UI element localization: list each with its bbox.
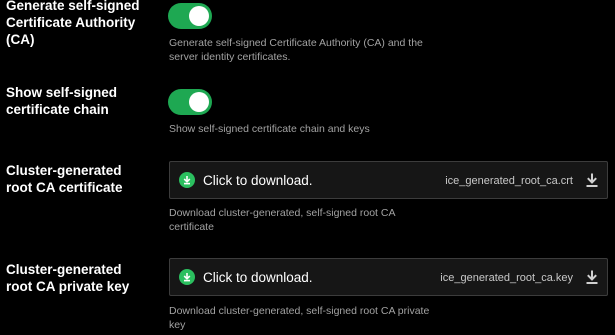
root-ca-cert-label: Cluster-generated root CA certificate <box>6 163 123 195</box>
download-action-text: Click to download. <box>203 270 313 285</box>
toggle-knob <box>189 6 209 26</box>
download-icon[interactable] <box>584 172 600 188</box>
root-ca-key-label: Cluster-generated root CA private key <box>6 262 130 294</box>
download-filename: ice_generated_root_ca.crt <box>445 175 573 187</box>
show-chain-toggle[interactable] <box>168 89 212 115</box>
root-ca-cert-download[interactable]: Click to download. ice_generated_root_ca… <box>169 161 608 199</box>
download-circle-icon <box>179 172 195 188</box>
generate-ca-label: Generate self-signed Certificate Authori… <box>6 0 140 47</box>
root-ca-cert-help: Download cluster-generated, self-signed … <box>169 207 395 233</box>
show-chain-label: Show self-signed certificate chain <box>6 85 118 117</box>
download-icon[interactable] <box>584 269 600 285</box>
root-ca-key-help: Download cluster-generated, self-signed … <box>169 305 430 331</box>
download-filename: ice_generated_root_ca.key <box>440 272 573 284</box>
root-ca-key-download[interactable]: Click to download. ice_generated_root_ca… <box>169 258 608 296</box>
toggle-knob <box>189 92 209 112</box>
download-action-text: Click to download. <box>203 173 313 188</box>
download-circle-icon <box>179 269 195 285</box>
generate-ca-toggle[interactable] <box>168 3 212 29</box>
show-chain-help: Show self-signed certificate chain and k… <box>169 123 370 135</box>
generate-ca-help: Generate self-signed Certificate Authori… <box>169 37 423 63</box>
